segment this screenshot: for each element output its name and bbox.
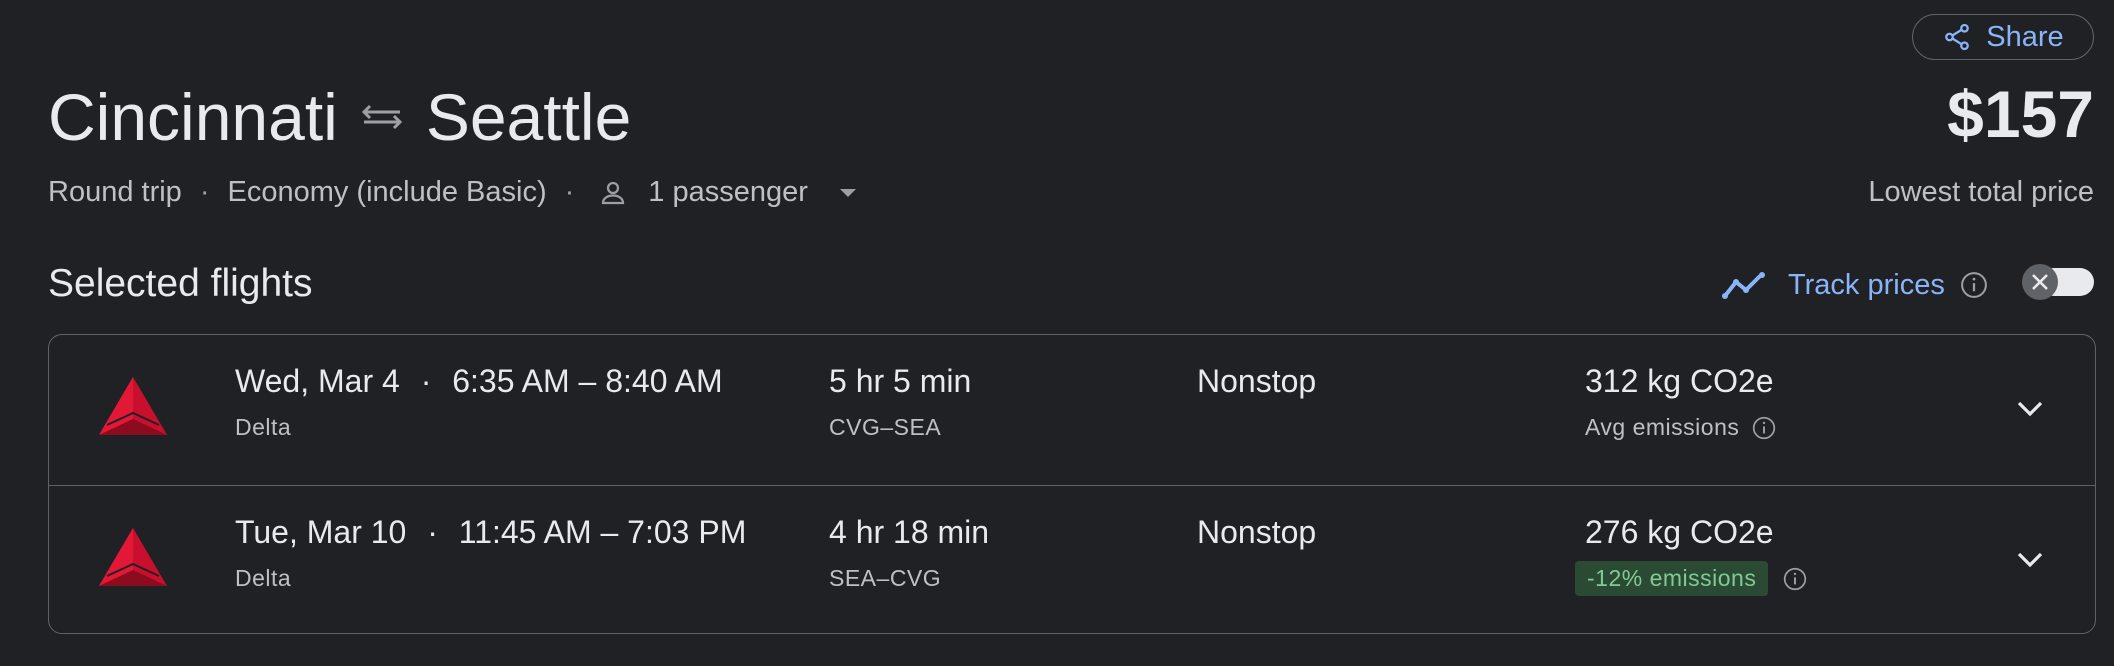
delta-logo-icon <box>99 377 167 435</box>
passenger-selector[interactable]: 1 passenger <box>598 176 858 209</box>
flight-duration: 5 hr 5 min <box>829 363 972 399</box>
flight-duration-col: 4 hr 18 min SEA–CVG <box>829 514 989 592</box>
flight-duration: 4 hr 18 min <box>829 514 990 550</box>
passenger-count: 1 passenger <box>648 176 808 208</box>
separator-dot: · <box>199 176 210 208</box>
separator-dot: · <box>564 176 575 208</box>
info-icon[interactable] <box>1959 270 1989 300</box>
track-prices-toggle[interactable] <box>2022 264 2096 300</box>
trip-options: Round trip · Economy (include Basic) · 1… <box>48 176 858 209</box>
person-icon <box>602 181 625 204</box>
info-icon[interactable] <box>1751 415 1777 441</box>
flight-emissions-col: 276 kg CO2e -12% emissions <box>1575 514 1808 596</box>
close-icon <box>2032 274 2048 290</box>
delta-logo-icon <box>99 528 167 586</box>
flight-route: SEA–CVG <box>829 565 942 591</box>
trip-type[interactable]: Round trip <box>48 176 182 209</box>
info-icon[interactable] <box>1782 566 1808 592</box>
route-title: Cincinnati Seattle <box>48 74 631 160</box>
trend-line-icon <box>1722 272 1765 299</box>
flight-stops: Nonstop <box>1197 363 1317 399</box>
separator-dot: · <box>420 363 432 399</box>
origin-city: Cincinnati <box>48 80 338 154</box>
section-title: Selected flights <box>48 262 313 305</box>
flight-times-range: 11:45 AM – 7:03 PM <box>458 514 747 550</box>
flight-emissions-col: 312 kg CO2e Avg emissions <box>1585 363 1777 441</box>
dropdown-arrow-icon <box>839 188 856 197</box>
chevron-down-icon[interactable] <box>2013 391 2047 425</box>
airline-name: Delta <box>235 565 292 591</box>
share-icon <box>1945 23 1970 51</box>
flight-times: Tue, Mar 10 · 11:45 AM – 7:03 PM Delta <box>235 514 746 592</box>
total-price: $157 <box>1947 77 2094 151</box>
swap-arrows-icon <box>361 104 402 130</box>
flight-emissions: 312 kg CO2e <box>1585 363 1774 399</box>
flight-times-range: 6:35 AM – 8:40 AM <box>452 363 723 399</box>
track-prices[interactable]: Track prices <box>1722 262 1989 308</box>
emissions-badge: -12% emissions <box>1575 561 1769 596</box>
price-caption: Lowest total price <box>1868 176 2094 208</box>
flight-stops: Nonstop <box>1197 514 1317 550</box>
flight-stops-col: Nonstop <box>1197 514 1316 551</box>
flight-row-outbound[interactable]: Wed, Mar 4 · 6:35 AM – 8:40 AM Delta 5 h… <box>49 335 2095 485</box>
flight-route: CVG–SEA <box>829 414 942 440</box>
airline-name: Delta <box>235 414 292 440</box>
flights-card: Wed, Mar 4 · 6:35 AM – 8:40 AM Delta 5 h… <box>48 334 2096 634</box>
share-button[interactable]: Share <box>1912 14 2094 60</box>
flight-emissions: 276 kg CO2e <box>1585 514 1774 550</box>
emissions-note: Avg emissions <box>1585 414 1740 440</box>
flight-times: Wed, Mar 4 · 6:35 AM – 8:40 AM Delta <box>235 363 723 441</box>
flight-date: Tue, Mar 10 <box>235 514 407 550</box>
flight-stops-col: Nonstop <box>1197 363 1316 400</box>
flight-date: Wed, Mar 4 <box>235 363 400 399</box>
toggle-knob <box>2022 264 2058 300</box>
track-prices-label: Track prices <box>1788 268 1945 301</box>
chevron-down-icon[interactable] <box>2013 542 2047 576</box>
cabin-class[interactable]: Economy (include Basic) <box>227 176 546 209</box>
destination-city: Seattle <box>425 80 632 154</box>
flight-duration-col: 5 hr 5 min CVG–SEA <box>829 363 971 441</box>
share-label: Share <box>1986 20 2064 53</box>
flight-row-return[interactable]: Tue, Mar 10 · 11:45 AM – 7:03 PM Delta 4… <box>49 485 2095 636</box>
separator-dot: · <box>427 514 438 550</box>
